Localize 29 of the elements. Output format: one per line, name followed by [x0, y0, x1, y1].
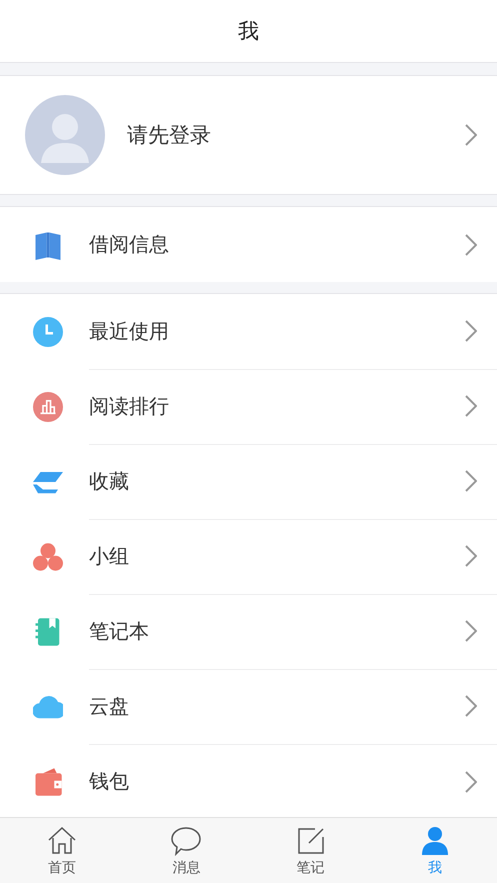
- tab[interactable]: 消息: [124, 818, 248, 883]
- menu-item[interactable]: 钱包: [89, 768, 465, 795]
- home-icon: [46, 824, 78, 856]
- menu-item[interactable]: 云盘: [89, 692, 465, 720]
- chevron-right-icon: [465, 234, 477, 256]
- page-title: 我: [238, 18, 259, 45]
- login-prompt[interactable]: 请先登录: [127, 121, 443, 149]
- three-circles-icon: [33, 542, 63, 572]
- bar-chart-icon: [33, 392, 63, 422]
- wallet-icon: [33, 766, 63, 796]
- menu-item[interactable]: 小组: [89, 542, 465, 570]
- clock-icon: [33, 316, 63, 346]
- chevron-right-icon: [465, 470, 477, 492]
- chevron-right-icon: [465, 395, 477, 417]
- chevron-right-icon: [465, 770, 477, 792]
- menu-item[interactable]: 最近使用: [89, 318, 465, 344]
- chevron-right-icon: [465, 695, 477, 717]
- menu-item[interactable]: 收藏: [89, 468, 465, 494]
- menu-item[interactable]: 笔记本: [89, 618, 465, 644]
- chevron-right-icon: [465, 124, 477, 146]
- menu-item[interactable]: 阅读排行: [89, 392, 465, 420]
- chevron-right-icon: [465, 545, 477, 567]
- chat-bubble-icon: [170, 824, 202, 856]
- chevron-right-icon: [465, 320, 477, 342]
- tab[interactable]: 笔记: [248, 818, 373, 883]
- tab[interactable]: 首页: [0, 818, 124, 883]
- avatar-icon: [25, 95, 105, 175]
- chevron-right-icon: [465, 620, 477, 642]
- book-icon: [33, 230, 63, 260]
